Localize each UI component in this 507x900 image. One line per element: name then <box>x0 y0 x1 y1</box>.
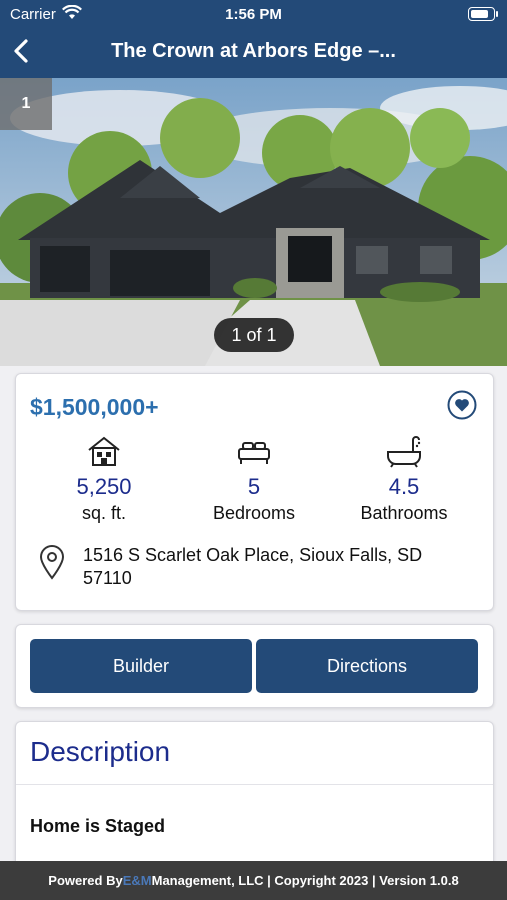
bathrooms-label: Bathrooms <box>360 503 448 523</box>
navigation-bar: Carrier 1:56 PM The Crown at Arbors Edge… <box>0 0 507 78</box>
description-card: Description Home is Staged <box>15 721 494 883</box>
listing-summary-card: $1,500,000+ 5,250 sq. ft. 5 Bedrooms 4.5… <box>15 373 494 611</box>
battery-icon <box>468 7 498 21</box>
footer-brand: E&M <box>122 873 152 888</box>
stat-bathrooms: 4.5 Bathrooms <box>334 434 474 524</box>
description-text: Home is Staged <box>30 816 166 836</box>
listing-price: $1,500,000+ <box>30 394 159 420</box>
photo-index-badge: 1 <box>0 78 52 130</box>
actions-card: Builder Directions <box>15 624 494 708</box>
bathrooms-value: 4.5 <box>388 474 420 499</box>
bedrooms-label: Bedrooms <box>212 503 296 523</box>
stat-sqft: 5,250 sq. ft. <box>34 434 174 524</box>
house-icon <box>88 436 120 466</box>
status-time: 1:56 PM <box>225 6 282 23</box>
description-divider <box>16 784 493 785</box>
stat-bedrooms: 5 Bedrooms <box>184 434 324 524</box>
builder-button[interactable]: Builder <box>30 639 252 693</box>
directions-button[interactable]: Directions <box>256 639 478 693</box>
favorite-heart-icon[interactable] <box>447 390 477 420</box>
footer-bar: Powered By E&M Management, LLC | Copyrig… <box>0 861 507 900</box>
bathtub-icon <box>387 436 421 468</box>
footer-prefix: Powered By <box>48 873 123 888</box>
sqft-value: 5,250 <box>76 474 132 499</box>
description-title: Description <box>30 736 171 767</box>
sqft-label: sq. ft. <box>81 503 126 523</box>
status-bar: Carrier 1:56 PM <box>0 0 507 28</box>
location-pin-icon <box>39 545 65 580</box>
bed-icon <box>238 442 270 464</box>
photo-pager: 1 of 1 <box>214 318 294 352</box>
bedrooms-value: 5 <box>247 474 261 499</box>
listing-address[interactable]: 1516 S Scarlet Oak Place, Sioux Falls, S… <box>83 544 443 590</box>
back-chevron-icon[interactable] <box>8 34 38 68</box>
page-title: The Crown at Arbors Edge –... <box>111 40 396 62</box>
footer-suffix: Management, LLC | Copyright 2023 | Versi… <box>151 873 459 888</box>
